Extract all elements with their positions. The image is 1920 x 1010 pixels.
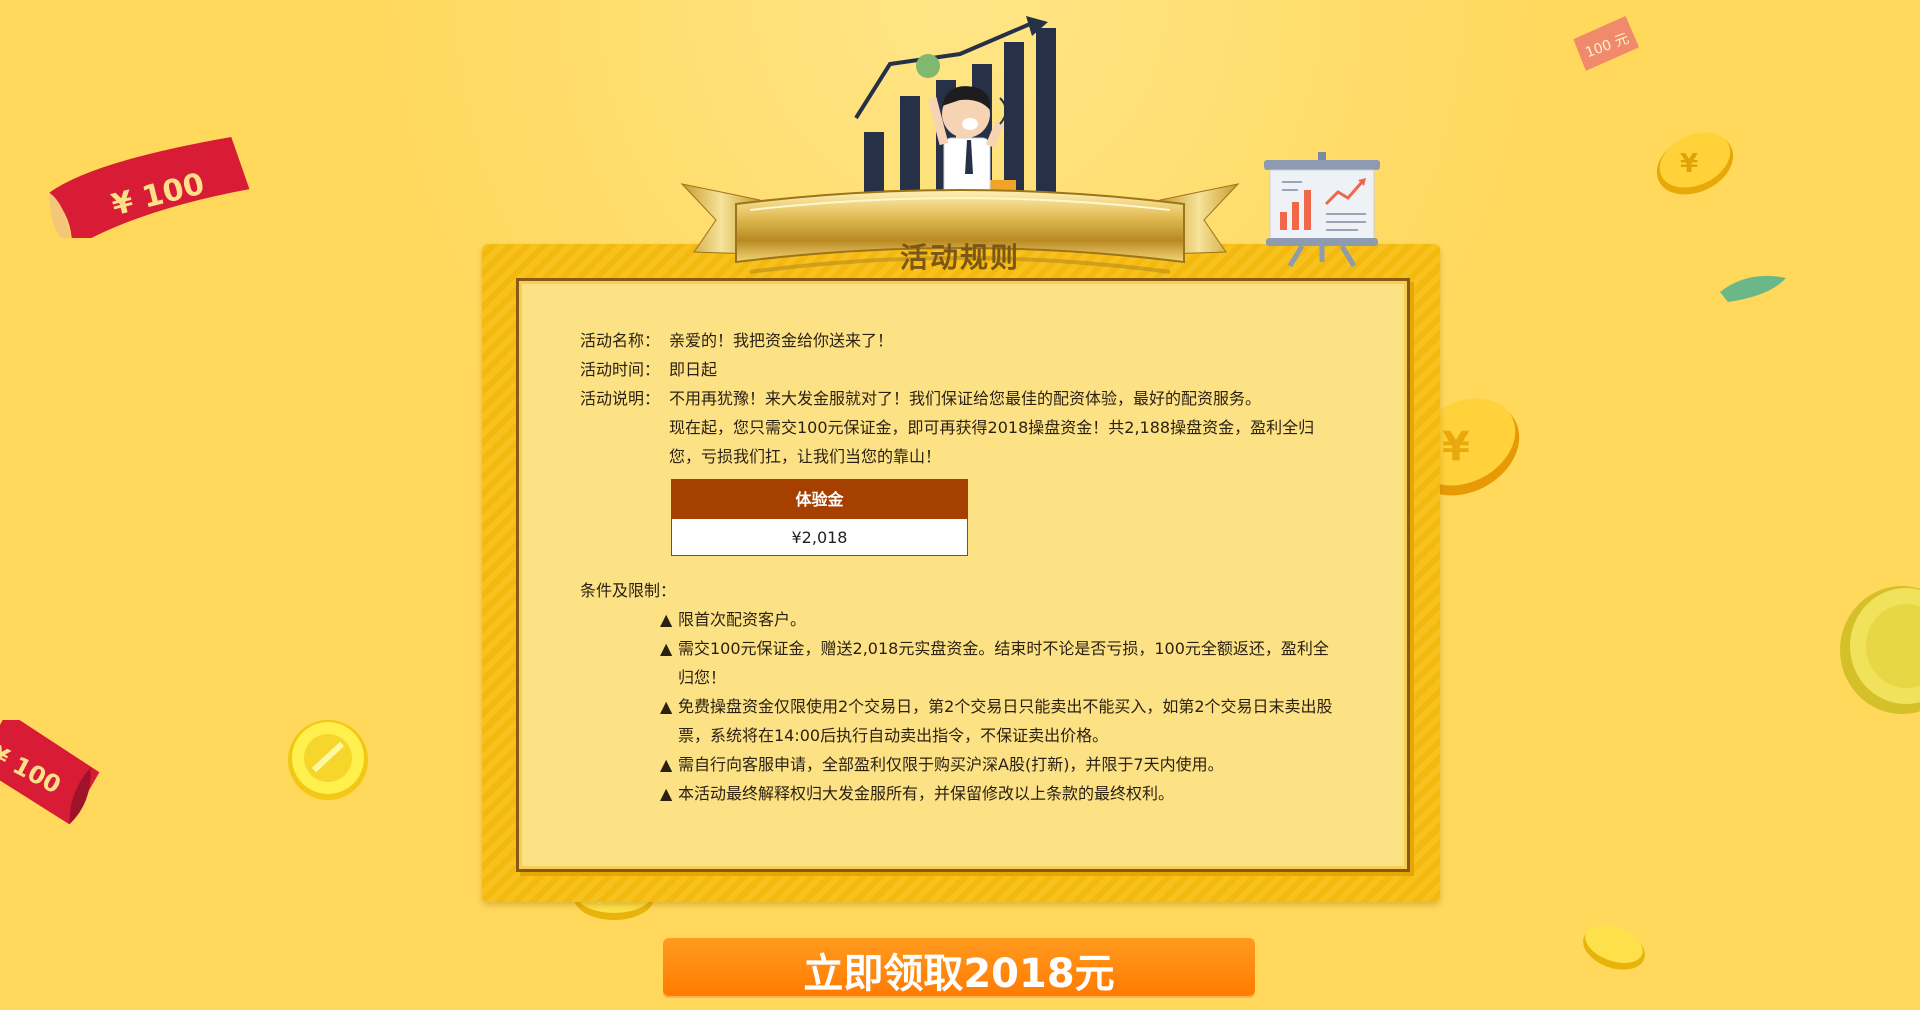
triangle-bullet-icon: ▲ (660, 697, 673, 716)
activity-time-value: 即日起 (669, 360, 718, 379)
condition-item: ▲ 限首次配资客户。 (660, 605, 1340, 634)
coin-decoration: ¥ (1656, 132, 1734, 195)
svg-text:¥: ¥ (1442, 424, 1470, 470)
rules-title: 活动规则 (899, 241, 1020, 274)
activity-name-value: 亲爱的！我把资金给你送来了！ (669, 331, 894, 350)
rules-ribbon-banner: 活动规则 (680, 180, 1240, 292)
experience-fund-header: 体验金 (671, 479, 968, 519)
condition-item: ▲ 免费操盘资金仅限使用2个交易日，第2个交易日只能卖出不能买入，如第2个交易日末… (660, 692, 1340, 750)
rules-content: 活动名称： 亲爱的！我把资金给你送来了！ 活动时间： 即日起 活动说明： 不用再… (580, 326, 1340, 808)
money-ticket-decoration: 100 元 (1573, 15, 1640, 71)
experience-fund-value: ¥2,018 (671, 518, 968, 556)
experience-fund-table: 体验金 ¥2,018 (671, 479, 968, 556)
activity-time-label: 活动时间： (580, 360, 661, 379)
activity-desc-line-1: 不用再犹豫！来大发金服就对了！我们保证给您最佳的配资体验，最好的配资服务。 (669, 389, 1262, 408)
coin-decoration (288, 720, 368, 800)
triangle-bullet-icon: ▲ (660, 755, 673, 774)
activity-desc-value: 不用再犹豫！来大发金服就对了！我们保证给您最佳的配资体验，最好的配资服务。 现在… (669, 384, 1340, 471)
condition-item: ▲ 需自行向客服申请，全部盈利仅限于购买沪深A股(打新)，并限于7天内使用。 (660, 750, 1340, 779)
activity-name-row: 活动名称： 亲爱的！我把资金给你送来了！ (580, 326, 1340, 355)
banknote-decoration (1720, 275, 1786, 302)
conditions-list: ▲ 限首次配资客户。 ▲ 需交100元保证金，赠送2,018元实盘资金。结束时不论是… (660, 605, 1340, 808)
conditions-title: 条件及限制： (580, 581, 677, 600)
coin-decoration (1583, 925, 1645, 970)
svg-text:¥: ¥ (1680, 149, 1698, 179)
activity-desc-label: 活动说明： (580, 389, 661, 408)
presentation-board-icon (1264, 152, 1380, 268)
activity-name-label: 活动名称： (580, 331, 661, 350)
activity-desc-line-2: 现在起，您只需交100元保证金，即可再获得2018操盘资金！共2,188操盘资金… (669, 418, 1315, 466)
triangle-bullet-icon: ▲ (660, 784, 673, 803)
condition-item: ▲ 需交100元保证金，赠送2,018元实盘资金。结束时不论是否亏损，100元全额… (660, 634, 1340, 692)
money-ticket-decoration: ¥ 100 (49, 136, 250, 238)
coin-decoration (1840, 586, 1920, 714)
triangle-bullet-icon: ▲ (660, 610, 673, 629)
condition-item: ▲ 本活动最终解释权归大发金服所有，并保留修改以上条款的最终权利。 (660, 779, 1340, 808)
claim-reward-button[interactable]: 立即领取2018元 (663, 938, 1255, 998)
activity-desc-row: 活动说明： 不用再犹豫！来大发金服就对了！我们保证给您最佳的配资体验，最好的配资… (580, 384, 1340, 471)
triangle-bullet-icon: ▲ (660, 639, 673, 658)
activity-time-row: 活动时间： 即日起 (580, 355, 1340, 384)
money-ticket-decoration: ¥ 100 (0, 720, 100, 825)
